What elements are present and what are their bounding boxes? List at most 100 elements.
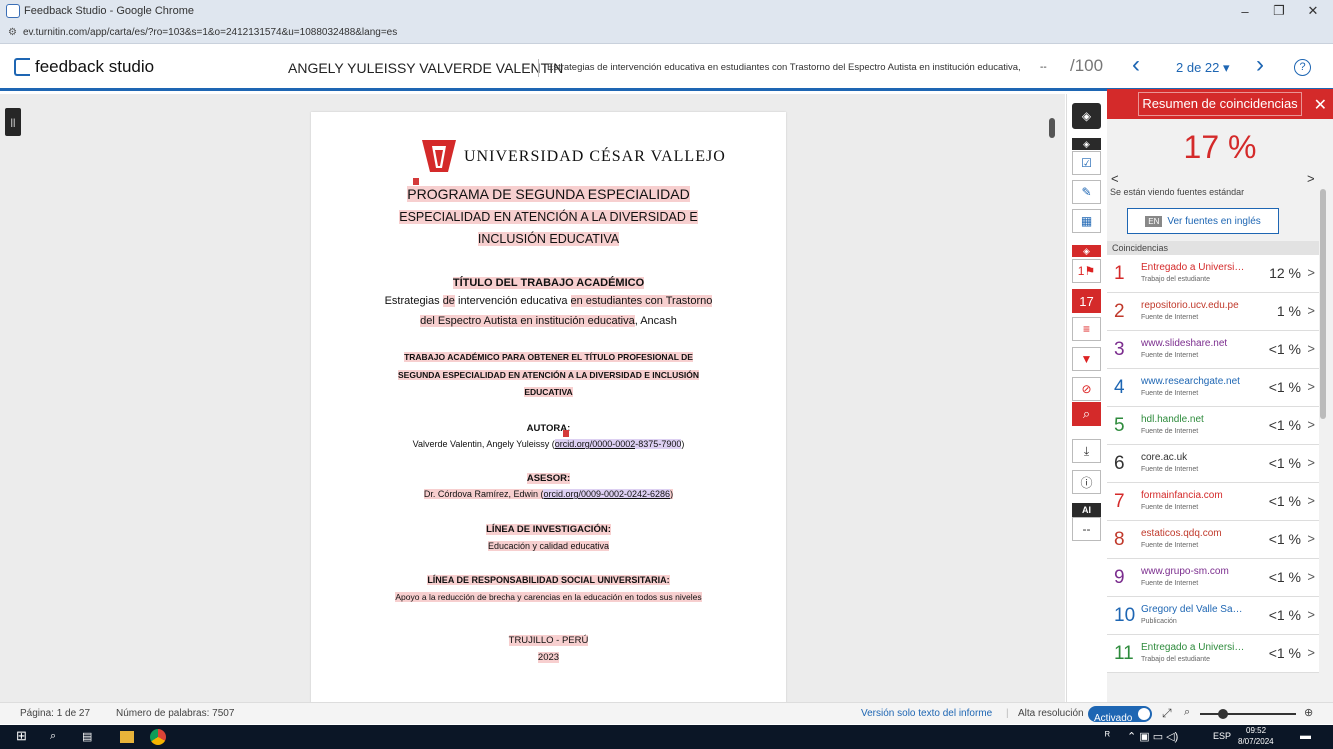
chevron-right-icon[interactable]: > — [1307, 455, 1315, 470]
tray-icons[interactable]: ⌃ ▣ ▭ ◁) — [1127, 730, 1178, 743]
chevron-right-icon[interactable]: > — [1307, 569, 1315, 584]
ai-score[interactable]: -- — [1072, 517, 1101, 541]
match-type: Fuente de Internet — [1141, 352, 1199, 359]
minimize-button[interactable]: – — [1228, 0, 1262, 22]
match-source[interactable]: repositorio.ucv.edu.pe — [1141, 300, 1247, 311]
match-percent: <1 % — [1268, 455, 1301, 471]
task-view-icon[interactable]: ▤ — [82, 730, 92, 743]
match-row[interactable]: 7 formainfancia.com Fuente de Internet <1 %… — [1107, 483, 1319, 521]
fullscreen-icon[interactable]: ⤢ — [1162, 706, 1172, 721]
chevron-right-icon[interactable]: > — [1307, 341, 1315, 356]
input-language[interactable]: ESP — [1213, 731, 1231, 741]
advisor-orcid-link[interactable]: orcid.org/0009-0002-0242-6286 — [543, 489, 671, 499]
match-row[interactable]: 9 www.grupo-sm.com Fuente de Internet <1 % > — [1107, 559, 1319, 597]
maximize-button[interactable]: ❐ — [1262, 0, 1296, 22]
match-marker-5[interactable] — [563, 430, 569, 437]
match-row[interactable]: 2 repositorio.ucv.edu.pe Fuente de Interne… — [1107, 293, 1319, 331]
quickmark-icon[interactable]: ☑ — [1072, 151, 1101, 175]
download-icon[interactable]: ⤓ — [1072, 439, 1101, 463]
match-row[interactable]: 10 Gregory del Valle Sand... Publicación <1… — [1107, 597, 1319, 635]
panel-next-icon[interactable]: > — [1307, 171, 1315, 186]
address-bar[interactable]: ⚙ ev.turnitin.com/app/carta/es/?ro=103&s… — [0, 22, 1333, 44]
url-text[interactable]: ev.turnitin.com/app/carta/es/?ro=103&s=1… — [23, 27, 397, 38]
similarity-layer-icon[interactable]: ◈ — [1072, 245, 1101, 257]
start-icon[interactable]: ⊞ — [16, 728, 27, 744]
panel-scrollbar[interactable] — [1320, 189, 1326, 419]
info-icon[interactable]: ⓘ — [1072, 470, 1101, 494]
site-info-icon[interactable]: ⚙ — [8, 27, 17, 38]
text-only-report-link[interactable]: Versión solo texto del informe — [861, 708, 992, 719]
help-icon[interactable]: ? — [1294, 59, 1311, 76]
prev-paper-button[interactable]: ‹ — [1132, 51, 1140, 79]
match-source[interactable]: www.slideshare.net — [1141, 338, 1247, 349]
grading-layer-icon[interactable]: ◈ — [1072, 138, 1101, 150]
side-panel-toggle[interactable]: || — [5, 108, 21, 136]
sort-icon[interactable]: ≡ — [1072, 317, 1101, 341]
chevron-right-icon[interactable]: > — [1307, 417, 1315, 432]
grade-score[interactable]: -- — [1040, 62, 1047, 73]
source-search-icon[interactable]: ⌕ — [1072, 402, 1101, 426]
match-row[interactable]: 8 estaticos.qdq.com Fuente de Internet <1 %… — [1107, 521, 1319, 559]
match-source[interactable]: www.grupo-sm.com — [1141, 566, 1247, 577]
chevron-right-icon[interactable]: > — [1307, 645, 1315, 660]
zoom-slider[interactable] — [1200, 713, 1296, 715]
paper-pager[interactable]: 2 de 22 ▾ — [1176, 60, 1230, 76]
english-sources-button[interactable]: EN Ver fuentes en inglés — [1127, 208, 1279, 234]
feedback-studio-logo[interactable]: feedback studio — [14, 57, 154, 77]
flag-icon[interactable]: 1⚑ — [1072, 259, 1101, 283]
match-marker-1[interactable] — [413, 178, 419, 185]
rubric-grid-icon[interactable]: ▦ — [1072, 209, 1101, 233]
specialty-line-2: INCLUSIÓN EDUCATIVA — [477, 232, 620, 246]
chevron-right-icon[interactable]: > — [1307, 265, 1315, 280]
match-row[interactable]: 1 Entregado a Universida... Trabajo del es… — [1107, 255, 1319, 293]
match-row[interactable]: 6 core.ac.uk Fuente de Internet <1 % > — [1107, 445, 1319, 483]
chevron-right-icon[interactable]: > — [1307, 607, 1315, 622]
match-row[interactable]: 11 Entregado a Universida... Trabajo del e… — [1107, 635, 1319, 673]
match-source[interactable]: estaticos.qdq.com — [1141, 528, 1247, 539]
zoom-out-icon[interactable]: ⌕ — [1184, 706, 1190, 719]
ucv-logo-icon — [422, 140, 456, 172]
match-source[interactable]: formainfancia.com — [1141, 490, 1247, 501]
match-source[interactable]: core.ac.uk — [1141, 452, 1247, 463]
similarity-count-button[interactable]: 17 — [1072, 289, 1101, 313]
match-source[interactable]: Entregado a Universida... — [1141, 642, 1247, 653]
research-heading: LÍNEA DE INVESTIGACIÓN: — [486, 524, 611, 535]
filter-icon[interactable]: ▼ — [1072, 347, 1101, 371]
next-paper-button[interactable]: › — [1256, 51, 1264, 79]
chrome-icon[interactable] — [150, 729, 166, 745]
close-panel-icon[interactable]: ✕ — [1314, 95, 1327, 115]
close-window-button[interactable]: ✕ — [1296, 0, 1330, 22]
chevron-right-icon[interactable]: > — [1307, 531, 1315, 546]
match-source[interactable]: www.researchgate.net — [1141, 376, 1247, 387]
zoom-in-icon[interactable]: ⊕ — [1304, 706, 1313, 719]
zoom-slider-handle[interactable] — [1218, 709, 1228, 719]
ai-detection-icon[interactable]: AI — [1072, 503, 1101, 517]
header-divider — [538, 59, 539, 77]
match-number: 2 — [1114, 301, 1125, 322]
match-source[interactable]: hdl.handle.net — [1141, 414, 1247, 425]
match-row[interactable]: 3 www.slideshare.net Fuente de Internet <1 … — [1107, 331, 1319, 369]
author-orcid-link[interactable]: orcid.org/0000-0002 — [554, 439, 636, 449]
match-row[interactable]: 4 www.researchgate.net Fuente de Internet <… — [1107, 369, 1319, 407]
match-source[interactable]: Entregado a Universida... — [1141, 262, 1247, 273]
match-number: 7 — [1114, 491, 1125, 512]
match-row[interactable]: 5 hdl.handle.net Fuente de Internet <1 % > — [1107, 407, 1319, 445]
taskbar-search-icon[interactable]: ⌕ — [50, 730, 56, 743]
people-icon[interactable]: ᴿ — [1105, 730, 1110, 742]
exclude-icon[interactable]: ⊘ — [1072, 377, 1101, 401]
match-source[interactable]: Gregory del Valle Sand... — [1141, 604, 1247, 615]
panel-prev-icon[interactable]: < — [1111, 171, 1119, 186]
feedback-edit-icon[interactable]: ✎ — [1072, 180, 1101, 204]
taskbar: ⊞ ⌕ ▤ ᴿ ⌃ ▣ ▭ ◁) ESP 09:52 8/07/2024 ▬ — [0, 725, 1333, 749]
notifications-icon[interactable]: ▬ — [1300, 730, 1311, 742]
match-number: 3 — [1114, 339, 1125, 360]
chevron-right-icon[interactable]: > — [1307, 379, 1315, 394]
match-number: 11 — [1114, 643, 1134, 664]
chevron-right-icon[interactable]: > — [1307, 493, 1315, 508]
chevron-right-icon[interactable]: > — [1307, 303, 1315, 318]
social-heading: LÍNEA DE RESPONSABILIDAD SOCIAL UNIVERSI… — [427, 575, 670, 585]
high-res-toggle[interactable]: Activado — [1088, 706, 1152, 724]
layers-icon[interactable]: ◈ — [1072, 103, 1101, 129]
file-explorer-icon[interactable] — [120, 731, 134, 743]
document-scrollbar[interactable] — [1049, 118, 1055, 138]
